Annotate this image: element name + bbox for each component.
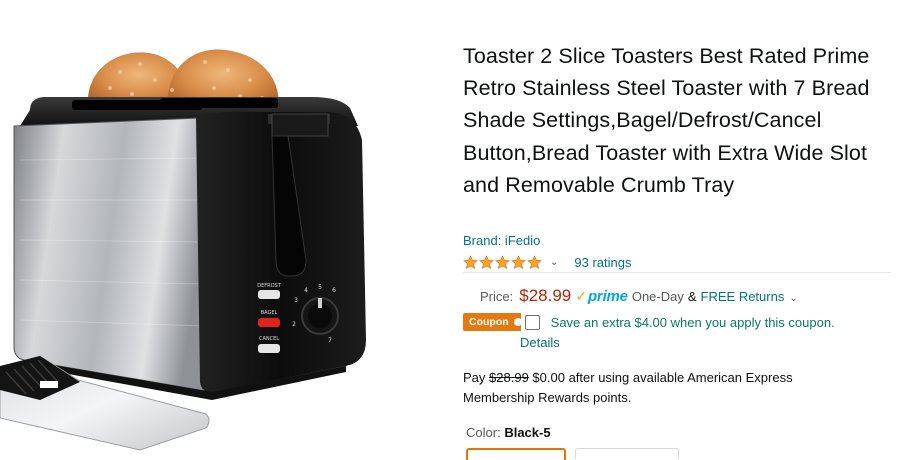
star-icon: [463, 254, 478, 269]
prime-check-icon: ✓: [575, 288, 587, 304]
prime-word: prime: [587, 288, 628, 305]
cancel-label: CANCEL: [259, 336, 279, 342]
ampersand: &: [687, 289, 697, 304]
star-icon: [511, 254, 526, 269]
color-label: Color:: [466, 425, 501, 440]
brand-link[interactable]: Brand: iFedio: [463, 233, 540, 248]
color-selector-label: Color: Black-5: [466, 425, 551, 440]
dial-number: 2: [292, 321, 296, 328]
chevron-down-icon[interactable]: ⌄: [550, 257, 558, 268]
rating-row: ⌄ 93 ratings: [463, 252, 631, 272]
color-swatch[interactable]: [575, 448, 679, 459]
bagel-label: BAGEL: [261, 310, 278, 316]
free-returns-link[interactable]: FREE Returns: [701, 289, 785, 304]
divider: [463, 272, 891, 273]
dial-number: 5: [318, 284, 322, 291]
color-swatch-selected[interactable]: [466, 448, 566, 460]
coupon-row: Coupon Save an extra $4.00 when you appl…: [463, 312, 835, 332]
pay-prefix: Pay: [463, 370, 486, 385]
coupon-text: Save an extra $4.00 when you apply this …: [550, 314, 835, 330]
product-title: Toaster 2 Slice Toasters Best Rated Prim…: [463, 44, 870, 197]
product-image[interactable]: DEFROST BAGEL CANCEL 2 3 4 5 6 7: [0, 0, 440, 453]
color-value: Black-5: [504, 425, 551, 440]
payment-offer: Pay $28.99 $0.00 after using available A…: [463, 368, 863, 407]
ratings-count-link[interactable]: 93 ratings: [574, 255, 631, 270]
prime-logo[interactable]: ✓ prime: [575, 288, 628, 305]
dial-number: 4: [304, 287, 308, 294]
star-icon: [495, 254, 510, 269]
dial-number: 6: [332, 287, 336, 294]
chevron-down-icon[interactable]: ⌄: [789, 293, 797, 304]
star-rating[interactable]: [463, 254, 542, 270]
one-day-shipping: One-Day: [631, 289, 684, 304]
dial-number: 3: [294, 297, 298, 304]
pay-old-price: $28.99: [489, 370, 529, 385]
price-label: Price:: [480, 289, 514, 304]
star-icon: [527, 254, 542, 269]
coupon-badge: Coupon: [463, 313, 522, 331]
defrost-label: DEFROST: [257, 283, 281, 289]
price-amount: $28.99: [519, 286, 572, 305]
price-row: Price: $28.99 ✓ prime One-Day & FREE Ret…: [480, 286, 798, 310]
coupon-checkbox[interactable]: [524, 314, 540, 330]
star-icon: [479, 254, 494, 269]
toaster-illustration: DEFROST BAGEL CANCEL 2 3 4 5 6 7: [0, 49, 366, 451]
coupon-details-link[interactable]: Details: [520, 335, 560, 350]
dial-number: 7: [328, 337, 332, 344]
